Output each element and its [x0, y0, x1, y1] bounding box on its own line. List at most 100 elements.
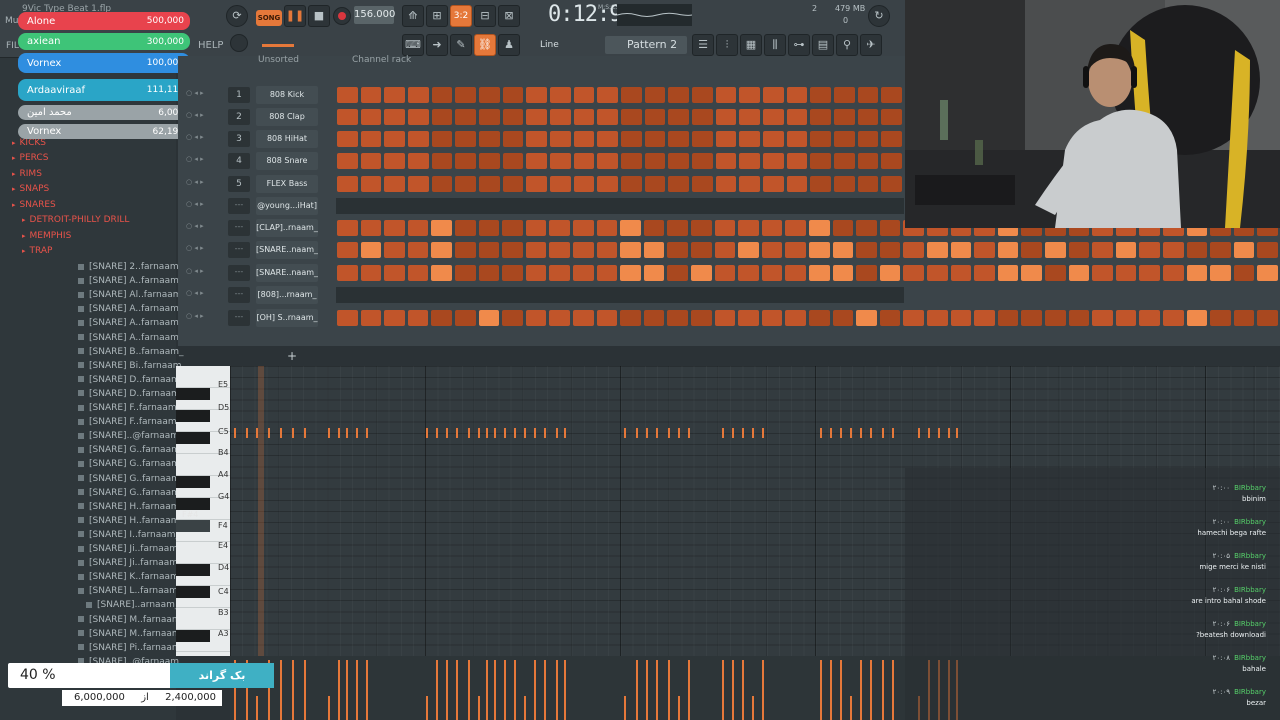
step-button[interactable] — [857, 87, 879, 103]
refresh-icon[interactable]: ↻ — [868, 5, 890, 27]
stop-button[interactable]: ■ — [308, 5, 330, 27]
velocity-bar[interactable] — [722, 660, 724, 720]
velocity-bar[interactable] — [742, 660, 744, 720]
step-button[interactable] — [643, 265, 665, 281]
velocity-bar[interactable] — [656, 660, 658, 720]
browser-folder[interactable]: ▸ DETROIT-PHILLY DRILL — [22, 215, 129, 225]
step-button[interactable] — [408, 176, 429, 192]
browser-file[interactable]: [SNARE] G..farnaam_ — [78, 445, 184, 455]
step-button[interactable] — [1210, 265, 1231, 281]
step-button[interactable] — [621, 176, 642, 192]
step-button[interactable] — [455, 220, 476, 236]
step-button[interactable] — [809, 310, 830, 326]
step-button[interactable] — [620, 220, 641, 236]
velocity-bar[interactable] — [436, 660, 438, 720]
step-button[interactable] — [691, 265, 712, 281]
step-button[interactable] — [667, 265, 688, 281]
playlist-icon[interactable]: ☰ — [692, 34, 714, 56]
step-button[interactable] — [667, 220, 688, 236]
step-button[interactable] — [549, 265, 570, 281]
step-button[interactable] — [691, 220, 712, 236]
step-button[interactable] — [668, 153, 689, 169]
step-button[interactable] — [337, 131, 358, 147]
velocity-bar[interactable] — [850, 696, 852, 720]
keyboard-icon[interactable]: ⌨ — [402, 34, 424, 56]
step-button[interactable] — [832, 265, 854, 281]
note[interactable] — [356, 428, 358, 438]
browser-file[interactable]: [SNARE] Bi..farnaam_ — [78, 361, 186, 371]
step-button[interactable] — [714, 220, 736, 236]
velocity-bar[interactable] — [346, 660, 348, 720]
browser-file[interactable]: [SNARE] G..farnaam_ — [78, 459, 184, 469]
velocity-bar[interactable] — [494, 660, 496, 720]
step-button[interactable] — [550, 131, 571, 147]
channel-controls[interactable]: ○ ◂ ▸ — [186, 133, 204, 141]
record-button[interactable] — [333, 7, 351, 25]
velocity-bar[interactable] — [338, 660, 340, 720]
browser-file[interactable]: [SNARE] G..farnaam_ — [78, 474, 184, 484]
channel-filter[interactable]: Unsorted — [258, 55, 299, 65]
browser-file[interactable]: [SNARE] L..farnaam_ — [78, 586, 182, 596]
step-button[interactable] — [526, 176, 547, 192]
velocity-bar[interactable] — [892, 660, 894, 720]
step-button[interactable] — [786, 109, 808, 125]
step-button[interactable] — [1257, 265, 1278, 281]
draw-tool-icon[interactable]: ✎ — [450, 34, 472, 56]
note[interactable] — [426, 428, 428, 438]
velocity-bar[interactable] — [504, 660, 506, 720]
step-button[interactable] — [1139, 265, 1160, 281]
black-key[interactable] — [176, 564, 210, 576]
step-button[interactable] — [384, 220, 405, 236]
step-button[interactable] — [974, 242, 995, 258]
note[interactable] — [234, 428, 236, 438]
hint-icon[interactable]: ✈ — [860, 34, 882, 56]
channel-name-button[interactable]: 808 Clap — [256, 108, 318, 126]
black-key[interactable] — [176, 476, 210, 488]
browser-file[interactable]: [SNARE] 2..farnaam_ — [78, 262, 183, 272]
file-icon[interactable]: ▤ — [812, 34, 834, 56]
step-button[interactable] — [455, 131, 476, 147]
note[interactable] — [752, 428, 754, 438]
channel-name-button[interactable]: 808 HiHat — [256, 130, 318, 148]
step-button[interactable] — [881, 176, 902, 192]
step-button[interactable] — [573, 109, 595, 125]
step-button[interactable] — [927, 242, 948, 258]
step-button[interactable] — [738, 220, 759, 236]
browser-file[interactable]: [SNARE] Al..farnaam_ — [78, 290, 186, 300]
step-button[interactable] — [834, 176, 855, 192]
step-button[interactable] — [643, 242, 665, 258]
browser-file[interactable]: [SNARE]..arnaam_ — [86, 600, 179, 610]
step-button[interactable] — [431, 109, 453, 125]
note[interactable] — [338, 428, 340, 438]
step-button[interactable] — [478, 220, 500, 236]
step-button[interactable] — [763, 131, 784, 147]
note[interactable] — [564, 428, 566, 438]
step-button[interactable] — [620, 310, 641, 326]
step-button[interactable] — [384, 176, 405, 192]
step-button[interactable] — [550, 109, 571, 125]
step-button[interactable] — [692, 131, 713, 147]
step-button[interactable] — [431, 87, 453, 103]
step-button[interactable] — [502, 131, 524, 147]
note[interactable] — [742, 428, 744, 438]
plugin-icon[interactable]: ⚲ — [836, 34, 858, 56]
step-button[interactable] — [1163, 310, 1184, 326]
velocity-bar[interactable] — [840, 660, 842, 720]
step-button[interactable] — [573, 153, 595, 169]
velocity-bar[interactable] — [646, 660, 648, 720]
step-button[interactable] — [832, 220, 854, 236]
step-button[interactable] — [857, 131, 879, 147]
velocity-bar[interactable] — [486, 660, 488, 720]
step-button[interactable] — [1186, 265, 1208, 281]
note[interactable] — [668, 428, 670, 438]
note[interactable] — [534, 428, 536, 438]
step-button[interactable] — [1163, 265, 1184, 281]
browser-file[interactable]: [SNARE] A..farnaam_ — [78, 276, 183, 286]
step-button[interactable] — [479, 153, 500, 169]
note[interactable] — [468, 428, 470, 438]
step-button[interactable] — [455, 242, 476, 258]
step-button[interactable] — [903, 242, 924, 258]
step-button[interactable] — [431, 176, 453, 192]
song-mode-button[interactable]: SONG — [256, 10, 282, 26]
step-button[interactable] — [857, 109, 879, 125]
